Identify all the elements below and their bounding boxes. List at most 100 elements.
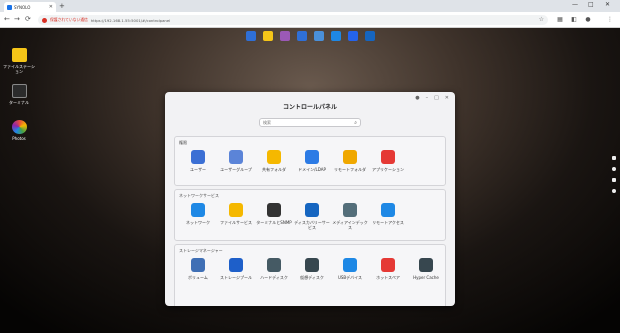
- desktop: ファイルステーション ターミナル Photos ● – □ ✕ コントロールパネ…: [0, 28, 620, 333]
- url-text[interactable]: https://192.168.1.55:5001/#/controlpanel: [91, 18, 170, 23]
- control-panel-item[interactable]: Hyper Cache: [407, 258, 445, 280]
- control-panel-window: ● – □ ✕ コントロールパネル ⌕ 権限 ユーザー ユーザーグループ 共有フォル…: [165, 92, 455, 306]
- control-panel-item[interactable]: リモートフォルダ: [331, 150, 369, 172]
- photos-icon: [11, 120, 27, 134]
- control-panel-item[interactable]: ボリューム: [179, 258, 217, 280]
- section-storage-manager: ストレージマネージャー ボリューム ストレージプール ハードディスク 仮想ディスク US…: [174, 244, 446, 306]
- section-title: 権限: [179, 140, 187, 145]
- dock-app-icon[interactable]: [347, 31, 358, 41]
- control-panel-item-label: ディスカバリーサービス: [294, 220, 330, 230]
- dock-app-icon[interactable]: [313, 31, 324, 41]
- desktop-icon-label: Photos: [12, 136, 26, 141]
- window-minimize-icon[interactable]: –: [426, 95, 429, 101]
- control-panel-item-label: ホットスペア: [376, 275, 400, 280]
- control-panel-item-label: メディアインデックス: [332, 220, 368, 230]
- widget-clock-icon[interactable]: [612, 167, 616, 171]
- browser-toolbar: ← → ⟳ 保護されていない通信 https://192.168.1.55:50…: [0, 12, 620, 28]
- search-field[interactable]: ⌕: [259, 118, 361, 127]
- control-panel-item-label: リモートフォルダ: [334, 167, 366, 172]
- search-input[interactable]: [263, 120, 355, 125]
- widget-chat-icon[interactable]: [612, 156, 616, 160]
- control-panel-item[interactable]: ユーザー: [179, 150, 217, 172]
- control-panel-item-label: USBデバイス: [337, 275, 363, 280]
- new-tab-button[interactable]: +: [59, 2, 65, 10]
- search-icon: ⌕: [354, 119, 357, 126]
- control-panel-item[interactable]: ターミナルとSNMP: [255, 203, 293, 230]
- browser-tab[interactable]: SYNOLO ✕: [4, 2, 56, 12]
- browser-chrome: SYNOLO ✕ + — □ ✕ ← → ⟳ 保護されていない通信 https:…: [0, 0, 620, 28]
- window-close-button[interactable]: ✕: [605, 1, 610, 9]
- control-panel-item-icon: [343, 203, 357, 217]
- window-pin-icon[interactable]: ●: [415, 95, 419, 101]
- control-panel-item[interactable]: ファイルサービス: [217, 203, 255, 230]
- section-title: ネットワークサービス: [179, 193, 219, 198]
- control-panel-item[interactable]: メディアインデックス: [331, 203, 369, 230]
- control-panel-item[interactable]: ユーザーグループ: [217, 150, 255, 172]
- extensions-icon[interactable]: ▦: [556, 15, 564, 23]
- control-panel-item-icon: [343, 258, 357, 272]
- control-panel-item-icon: [381, 150, 395, 164]
- security-warning[interactable]: 保護されていない通信: [50, 17, 88, 23]
- window-maximize-button[interactable]: □: [588, 1, 594, 9]
- bookmark-star-icon[interactable]: ☆: [539, 16, 544, 23]
- control-panel-item-label: ストレージプール: [220, 275, 252, 280]
- dock-app-icon[interactable]: [330, 31, 341, 41]
- section-permissions: 権限 ユーザー ユーザーグループ 共有フォルダ ドメイン/LDAP リモートフォルダ アプ…: [174, 136, 446, 186]
- control-panel-item-icon: [267, 203, 281, 217]
- control-panel-item[interactable]: ハードディスク: [255, 258, 293, 280]
- window-minimize-button[interactable]: —: [572, 1, 578, 9]
- control-panel-item-icon: [267, 258, 281, 272]
- address-bar[interactable]: 保護されていない通信 https://192.168.1.55:5001/#/c…: [38, 15, 548, 25]
- widget-dot-icon[interactable]: [612, 189, 616, 193]
- dock-app-icon[interactable]: [296, 31, 307, 41]
- control-panel-item[interactable]: 共有フォルダ: [255, 150, 293, 172]
- control-panel-item[interactable]: リモートアクセス: [369, 203, 407, 230]
- control-panel-item-label: ボリューム: [188, 275, 208, 280]
- tab-close-icon[interactable]: ✕: [49, 4, 53, 10]
- control-panel-item[interactable]: 仮想ディスク: [293, 258, 331, 280]
- control-panel-item[interactable]: ドメイン/LDAP: [293, 150, 331, 172]
- control-panel-item[interactable]: ディスカバリーサービス: [293, 203, 331, 230]
- control-panel-item[interactable]: ホットスペア: [369, 258, 407, 280]
- control-panel-item[interactable]: ネットワーク: [179, 203, 217, 230]
- control-panel-item-label: ネットワーク: [186, 220, 210, 225]
- menu-icon[interactable]: ⋮: [606, 15, 614, 23]
- dock-app-icon[interactable]: [279, 31, 290, 41]
- control-panel-item-label: ハードディスク: [260, 275, 288, 280]
- desktop-icon-label: ターミナル: [9, 100, 29, 105]
- dock-app-icon[interactable]: [364, 31, 375, 41]
- control-panel-item-label: リモートアクセス: [372, 220, 404, 225]
- control-panel-item-icon: [343, 150, 357, 164]
- profile-icon[interactable]: ●: [584, 15, 592, 23]
- control-panel-item[interactable]: ストレージプール: [217, 258, 255, 280]
- forward-button[interactable]: →: [14, 15, 20, 24]
- desktop-icon-label: ファイルステーション: [3, 64, 35, 74]
- desktop-icon-terminal[interactable]: ターミナル: [2, 84, 36, 105]
- warning-icon: [42, 17, 47, 23]
- desktop-icon-file-station[interactable]: ファイルステーション: [2, 48, 36, 74]
- widget-bell-icon[interactable]: [612, 178, 616, 182]
- section-items: ユーザー ユーザーグループ 共有フォルダ ドメイン/LDAP リモートフォルダ アプリケー…: [179, 150, 407, 172]
- puzzle-icon[interactable]: ◧: [570, 15, 578, 23]
- control-panel-item-icon: [267, 150, 281, 164]
- control-panel-item[interactable]: アプリケーション: [369, 150, 407, 172]
- control-panel-item-icon: [191, 150, 205, 164]
- reload-button[interactable]: ⟳: [25, 15, 31, 24]
- tab-title: SYNOLO: [14, 4, 31, 10]
- control-panel-item-label: アプリケーション: [372, 167, 404, 172]
- desktop-icon-photos[interactable]: Photos: [2, 120, 36, 141]
- back-button[interactable]: ←: [4, 15, 10, 24]
- control-panel-item-icon: [419, 258, 433, 272]
- control-panel-item-icon: [305, 258, 319, 272]
- dock-app-icon[interactable]: [262, 31, 273, 41]
- dock-app-icon[interactable]: [245, 31, 256, 41]
- window-close-icon[interactable]: ✕: [445, 95, 449, 101]
- control-panel-item-label: ドメイン/LDAP: [298, 167, 326, 172]
- control-panel-item-icon: [191, 258, 205, 272]
- control-panel-item[interactable]: USBデバイス: [331, 258, 369, 280]
- control-panel-item-label: 仮想ディスク: [300, 275, 324, 280]
- side-widget-bar: [612, 156, 616, 193]
- control-panel-item-icon: [191, 203, 205, 217]
- control-panel-item-icon: [305, 150, 319, 164]
- window-maximize-icon[interactable]: □: [434, 95, 439, 101]
